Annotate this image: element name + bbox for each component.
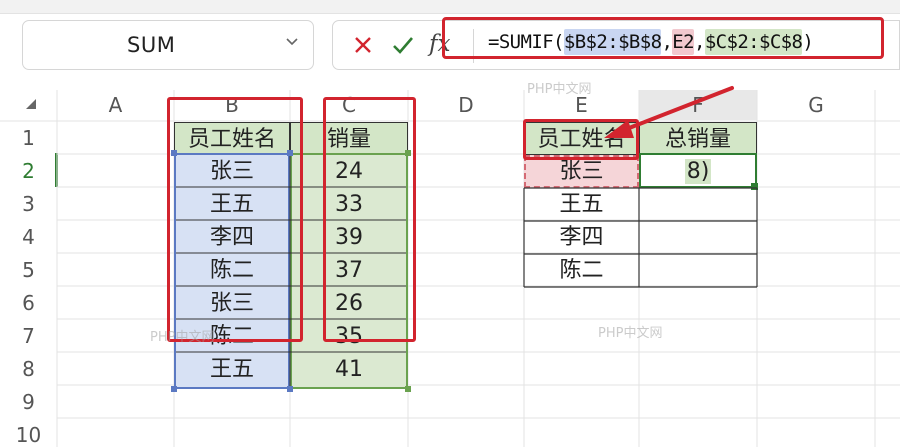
watermark: PHP中文网 xyxy=(150,330,215,345)
annotation-arrow-icon xyxy=(604,86,734,138)
watermark: PHP中文网 xyxy=(527,82,592,97)
watermark: PHP中文网 xyxy=(598,326,663,341)
